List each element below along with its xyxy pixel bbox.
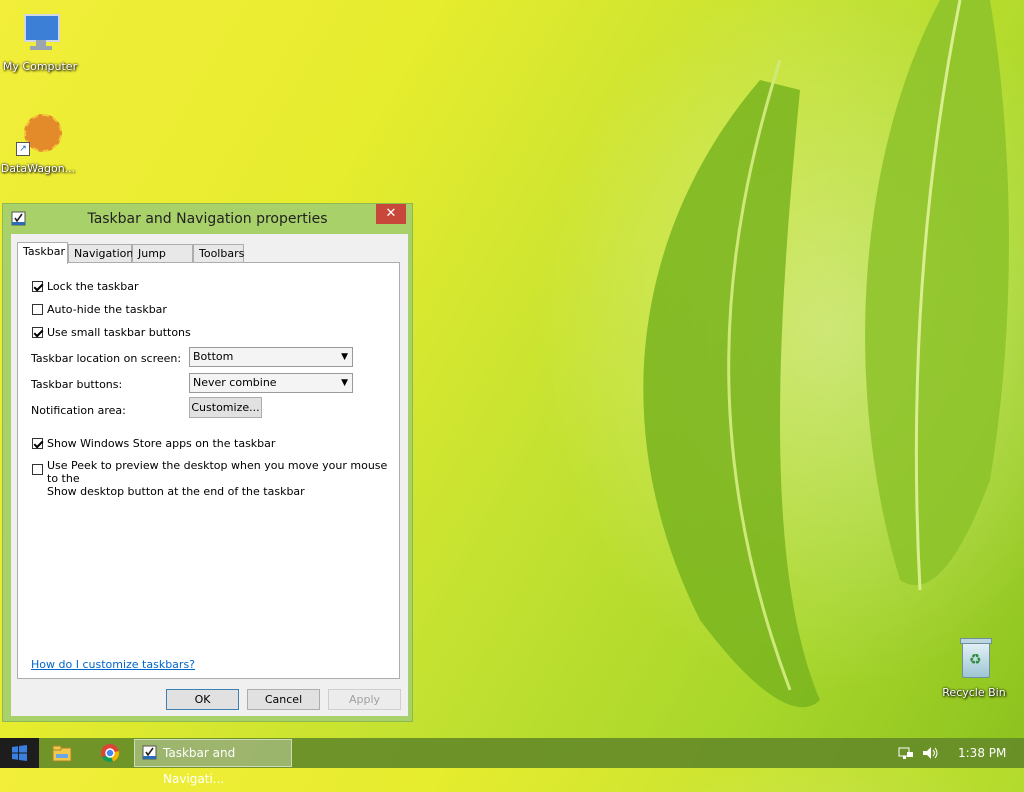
- help-link[interactable]: How do I customize taskbars?: [31, 658, 195, 671]
- taskbar-tab-panel: Lock the taskbar Auto-hide the taskbar U…: [17, 262, 400, 679]
- file-explorer-icon[interactable]: [51, 742, 73, 764]
- close-button[interactable]: ✕: [376, 204, 406, 224]
- taskbar-properties-icon: [142, 745, 157, 760]
- datawagon-desktop-icon[interactable]: ↗ DataWagon...: [0, 112, 78, 175]
- store-apps-label: Show Windows Store apps on the taskbar: [47, 437, 276, 450]
- taskbar: Taskbar and Navigati... 1:38 PM: [0, 738, 1024, 786]
- small-buttons-checkbox[interactable]: [32, 327, 43, 338]
- datawagon-icon: ↗: [14, 112, 62, 160]
- chevron-down-icon: ▼: [341, 352, 348, 362]
- customize-button[interactable]: Customize...: [189, 397, 262, 418]
- taskbar-properties-dialog: Taskbar and Navigation properties ✕ Task…: [2, 203, 413, 722]
- start-button[interactable]: [0, 738, 39, 768]
- notification-label: Notification area:: [31, 404, 126, 417]
- taskbar-task-taskbar-properties[interactable]: Taskbar and Navigati...: [134, 739, 292, 786]
- autohide-checkbox[interactable]: [32, 304, 43, 315]
- lock-taskbar-label: Lock the taskbar: [47, 280, 139, 293]
- recycle-bin-icon: ♻: [950, 636, 998, 684]
- desktop-icon-label: DataWagon...: [0, 162, 76, 175]
- tab-jump-lists[interactable]: Jump Lists: [132, 244, 193, 278]
- small-buttons-option[interactable]: Use small taskbar buttons: [32, 326, 191, 339]
- tab-toolbars[interactable]: Toolbars: [193, 244, 244, 262]
- autohide-option[interactable]: Auto-hide the taskbar: [32, 303, 167, 316]
- task-label: Taskbar and Navigati...: [163, 746, 236, 786]
- chevron-down-icon: ▼: [341, 378, 348, 388]
- location-value: Bottom: [193, 350, 234, 363]
- computer-icon: [16, 10, 64, 58]
- chrome-icon[interactable]: [99, 742, 121, 764]
- peek-checkbox[interactable]: [32, 464, 43, 475]
- taskbar-clock[interactable]: 1:38 PM: [958, 746, 1006, 760]
- lock-taskbar-option[interactable]: Lock the taskbar: [32, 280, 139, 293]
- cancel-button[interactable]: Cancel: [247, 689, 320, 710]
- dialog-title: Taskbar and Navigation properties: [87, 211, 328, 227]
- small-buttons-label: Use small taskbar buttons: [47, 326, 191, 339]
- volume-icon[interactable]: [920, 738, 940, 768]
- tab-navigation[interactable]: Navigation: [68, 244, 133, 262]
- network-icon[interactable]: [896, 738, 916, 768]
- dialog-titlebar[interactable]: Taskbar and Navigation properties ✕: [3, 204, 412, 234]
- store-apps-option[interactable]: Show Windows Store apps on the taskbar: [32, 437, 275, 450]
- lock-taskbar-checkbox[interactable]: [32, 281, 43, 292]
- windows-logo-icon: [12, 745, 27, 761]
- autohide-label: Auto-hide the taskbar: [47, 303, 167, 316]
- buttons-select[interactable]: Never combine ▼: [189, 373, 353, 393]
- recycle-bin-desktop-icon[interactable]: ♻ Recycle Bin: [934, 636, 1014, 699]
- ok-button[interactable]: OK: [166, 689, 239, 710]
- location-label: Taskbar location on screen:: [31, 352, 182, 365]
- desktop-icon-label: Recycle Bin: [942, 686, 1006, 699]
- buttons-label: Taskbar buttons:: [31, 378, 123, 391]
- my-computer-desktop-icon[interactable]: My Computer: [0, 10, 80, 73]
- store-apps-checkbox[interactable]: [32, 438, 43, 449]
- buttons-value: Never combine: [193, 376, 277, 389]
- peek-option[interactable]: Use Peek to preview the desktop when you…: [32, 459, 399, 498]
- apply-button[interactable]: Apply: [328, 689, 401, 710]
- tab-taskbar[interactable]: Taskbar: [17, 242, 68, 264]
- close-icon: ✕: [385, 206, 397, 221]
- dialog-client-area: Taskbar Navigation Jump Lists Toolbars L…: [11, 234, 408, 716]
- location-select[interactable]: Bottom ▼: [189, 347, 353, 367]
- peek-label: Use Peek to preview the desktop when you…: [47, 459, 388, 498]
- desktop-icon-label: My Computer: [2, 60, 78, 73]
